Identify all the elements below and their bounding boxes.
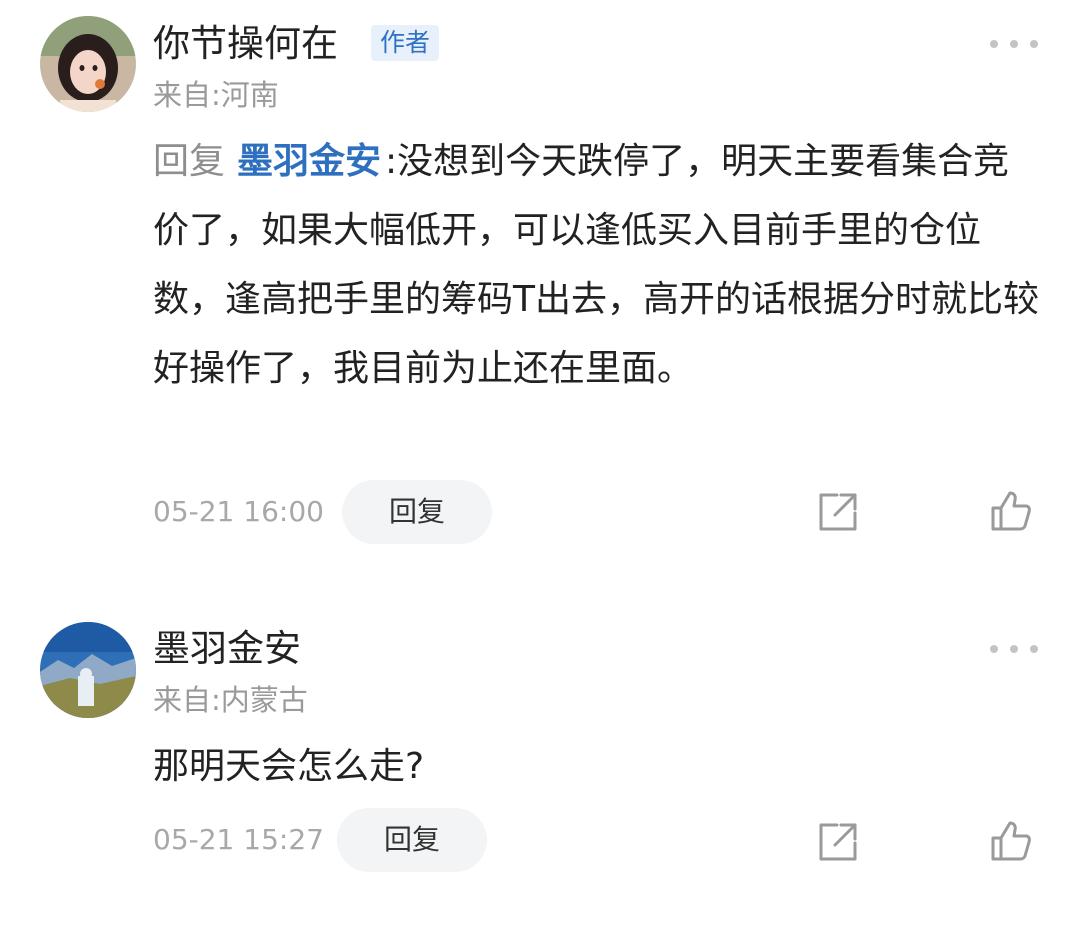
reply-button[interactable]: 回复 — [342, 480, 492, 544]
more-icon[interactable] — [990, 34, 1038, 54]
thumbs-up-icon[interactable] — [990, 490, 1032, 532]
thumbs-up-icon[interactable] — [990, 820, 1032, 862]
comment-item: 墨羽金安 来自:内蒙古 那明天会怎么走? 05-21 15:27 回复 — [0, 600, 1080, 900]
comment-content: 那明天会怎么走? — [153, 746, 425, 787]
share-icon[interactable] — [817, 491, 859, 533]
comment-text: 那明天会怎么走? — [153, 732, 1043, 801]
comment-item: 你节操何在 作者 来自:河南 回复 墨羽金安:没想到今天跌停了，明天主要看集合竞价… — [0, 0, 1080, 570]
avatar[interactable] — [40, 16, 136, 112]
timestamp: 05-21 15:27 — [153, 823, 324, 856]
comment-thread: 你节操何在 作者 来自:河南 回复 墨羽金安:没想到今天跌停了，明天主要看集合竞价… — [0, 0, 1080, 929]
comment-text: 回复 墨羽金安:没想到今天跌停了，明天主要看集合竞价了，如果大幅低开，可以逢低买入… — [153, 127, 1043, 403]
share-icon[interactable] — [817, 821, 859, 863]
reply-separator: : — [385, 141, 398, 182]
reply-button[interactable]: 回复 — [337, 808, 487, 872]
author-badge: 作者 — [371, 25, 440, 61]
username[interactable]: 你节操何在 — [153, 22, 338, 66]
location-label: 来自:内蒙古 — [153, 683, 308, 717]
avatar[interactable] — [40, 622, 136, 718]
reply-target-link[interactable]: 墨羽金安 — [237, 141, 381, 182]
username[interactable]: 墨羽金安 — [153, 627, 301, 671]
location-label: 来自:河南 — [153, 78, 279, 112]
more-icon[interactable] — [990, 639, 1038, 659]
timestamp: 05-21 16:00 — [153, 495, 324, 528]
reply-prefix: 回复 — [153, 141, 226, 182]
